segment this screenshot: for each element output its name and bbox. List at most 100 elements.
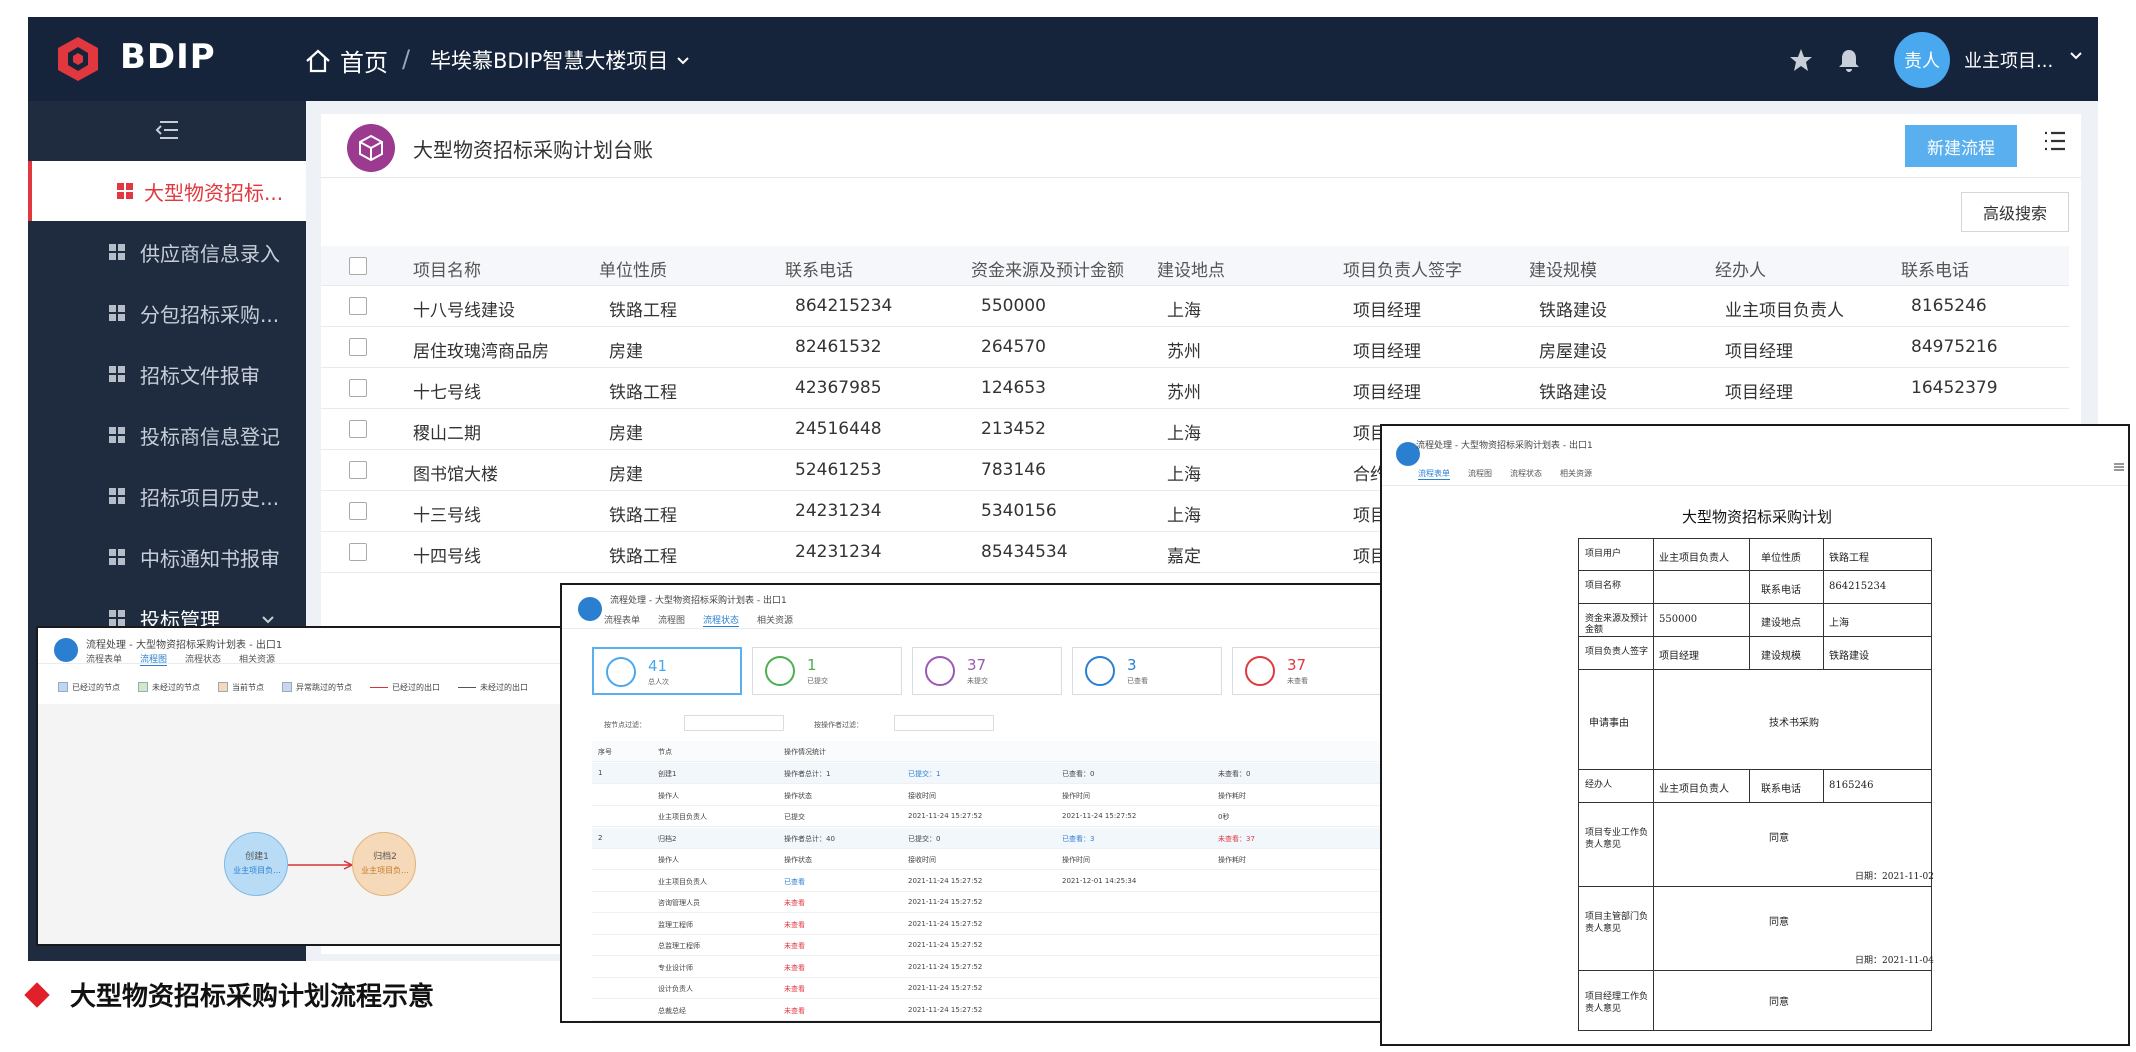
- grid-icon: [108, 303, 126, 327]
- table-row[interactable]: 十七号线 铁路工程 42367985 124653 苏州 项目经理 铁路建设 项目经理 1645…: [321, 368, 2069, 409]
- window-tab[interactable]: 流程状态: [703, 613, 740, 627]
- table-row[interactable]: 十八号线建设 铁路工程 864215234 550000 上海 项目经理 铁路建设 业主项目负…: [321, 286, 2069, 327]
- node-title: 归档2: [373, 852, 397, 862]
- table-cell: 5340156: [981, 501, 1057, 521]
- window-title: 流程处理 - 大型物资招标采购计划表 - 出口1: [1416, 441, 1593, 451]
- window-tab[interactable]: 流程图: [658, 613, 685, 627]
- status-row: 监理工程师 未查看 2021-11-24 15:27:52: [592, 914, 1394, 935]
- legend-item: 未经过的节点: [138, 682, 200, 693]
- form-divider: [1749, 539, 1750, 570]
- window-tab[interactable]: 流程表单: [1418, 468, 1450, 480]
- table-cell: 十八号线建设: [413, 301, 515, 321]
- status-header-cell: 序号: [598, 748, 612, 756]
- sidebar-item[interactable]: 供应商信息录入: [28, 222, 306, 282]
- form-cell: 联系电话: [1761, 783, 1801, 795]
- stat-card[interactable]: 3 已查看: [1072, 647, 1222, 695]
- sidebar-item[interactable]: 中标通知书报审: [28, 527, 306, 587]
- window-tab[interactable]: 流程表单: [86, 652, 122, 666]
- row-checkbox[interactable]: [349, 543, 367, 561]
- stat-card[interactable]: 37 未查看: [1232, 647, 1382, 695]
- window-tab[interactable]: 流程状态: [1510, 468, 1542, 480]
- form-cell: 业主项目负责人: [1659, 783, 1729, 795]
- sidebar-item[interactable]: 招标文件报审: [28, 344, 306, 404]
- form-cell: 日期：2021-11-02: [1855, 872, 1934, 882]
- window-tab[interactable]: 流程状态: [185, 652, 221, 666]
- project-name: 毕埃慕BDIP智慧大楼项目: [430, 49, 669, 73]
- window-tab[interactable]: 流程图: [140, 652, 168, 666]
- table-cell: 上海: [1167, 424, 1201, 444]
- flow-node-archive[interactable]: 归档2 业主项目负...: [352, 832, 416, 896]
- sidebar-item[interactable]: 大型物资招标...: [28, 161, 306, 221]
- stat-number: 37: [1287, 656, 1307, 674]
- sidebar-item[interactable]: 投标商信息登记: [28, 405, 306, 465]
- process-status-window: 流程处理 - 大型物资招标采购计划表 - 出口1 流程表单 流程图 流程状态 相关资源…: [560, 583, 1410, 1023]
- sidebar-item-label: 投标商信息登记: [140, 425, 280, 449]
- project-selector[interactable]: 毕埃慕BDIP智慧大楼项目: [430, 45, 690, 75]
- stat-card[interactable]: 37 未提交: [912, 647, 1062, 695]
- star-icon[interactable]: [1788, 47, 1814, 73]
- legend-label: 已经过的出口: [392, 682, 440, 692]
- row-checkbox[interactable]: [349, 420, 367, 438]
- table-cell: 85434534: [981, 542, 1068, 562]
- form-cell: 经办人: [1585, 779, 1613, 790]
- form-cell: 项目名称: [1585, 580, 1622, 591]
- grid-icon: [108, 364, 126, 388]
- legend-item: 当前节点: [218, 682, 264, 693]
- window-tab[interactable]: 相关资源: [1560, 468, 1592, 480]
- table-row[interactable]: 居住玫瑰湾商品房 房建 82461532 264570 苏州 项目经理 房屋建设 项目经理 84…: [321, 327, 2069, 368]
- form-row: 经办人 业主项目负责人 联系电话 8165246: [1578, 770, 1932, 803]
- window-tab[interactable]: 流程表单: [604, 613, 640, 627]
- top-navigation-bar: BDIP 首页 / 毕埃慕BDIP智慧大楼项目 责人 业主项目...: [28, 17, 2098, 101]
- list-menu-icon[interactable]: [2043, 130, 2067, 152]
- stat-card[interactable]: 1 已提交: [752, 647, 902, 695]
- window-tab[interactable]: 相关资源: [757, 613, 793, 627]
- process-form-window: 流程处理 - 大型物资招标采购计划表 - 出口1 流程表单 流程图 流程状态 相关资源…: [1380, 424, 2130, 1046]
- status-cell: 总监理工程师: [658, 942, 700, 950]
- window-tab[interactable]: 流程图: [1468, 468, 1492, 480]
- stat-label: 总人次: [648, 678, 669, 686]
- status-row: 1 创建1 操作者总计：1 已提交：1 已查看：0 未查看：0: [592, 763, 1394, 784]
- table-cell: 52461253: [795, 460, 882, 480]
- bell-icon[interactable]: [1836, 47, 1862, 73]
- window-title: 流程处理 - 大型物资招标采购计划表 - 出口1: [610, 596, 787, 606]
- grid-icon: [108, 425, 126, 449]
- sidebar-item[interactable]: 分包招标采购...: [28, 283, 306, 343]
- advanced-search-button[interactable]: 高级搜索: [1961, 192, 2069, 232]
- user-chevron-down-icon[interactable]: [2068, 47, 2084, 63]
- column-header: 经办人: [1715, 261, 1766, 281]
- window-title: 流程处理 - 大型物资招标采购计划表 - 出口1: [86, 640, 283, 651]
- row-checkbox[interactable]: [349, 379, 367, 397]
- row-checkbox[interactable]: [349, 502, 367, 520]
- form-divider: [1653, 670, 1654, 769]
- sidebar-item[interactable]: 招标项目历史...: [28, 466, 306, 526]
- status-header-cell: 操作情况统计: [784, 748, 826, 756]
- row-checkbox[interactable]: [349, 297, 367, 315]
- row-checkbox[interactable]: [349, 338, 367, 356]
- form-cell: 申请事由: [1589, 718, 1629, 729]
- window-tab[interactable]: 相关资源: [239, 652, 275, 666]
- home-link[interactable]: 首页: [304, 43, 388, 78]
- status-cell: 操作时间: [1062, 856, 1090, 864]
- new-process-button[interactable]: 新建流程: [1905, 125, 2017, 167]
- table-cell: 82461532: [795, 337, 882, 357]
- table-cell: 嘉定: [1167, 547, 1201, 567]
- form-divider: [1823, 571, 1824, 603]
- node-filter-select[interactable]: [684, 715, 784, 731]
- table-cell: 铁路工程: [609, 301, 677, 321]
- select-all-checkbox[interactable]: [349, 257, 367, 275]
- node-sub: 业主项目负...: [361, 866, 409, 875]
- list-menu-icon[interactable]: [2114, 462, 2124, 472]
- form-row: 申请事由 技术书采购: [1578, 670, 1932, 770]
- stat-card[interactable]: 41 总人次: [592, 647, 742, 695]
- avatar[interactable]: 责人: [1894, 32, 1950, 88]
- username[interactable]: 业主项目...: [1964, 47, 2053, 73]
- operator-filter-input[interactable]: [894, 715, 994, 731]
- table-cell: 16452379: [1911, 378, 1998, 398]
- form-title: 大型物资招标采购计划: [1681, 508, 1832, 526]
- table-cell: 864215234: [795, 296, 893, 316]
- row-checkbox[interactable]: [349, 461, 367, 479]
- flow-node-create[interactable]: 创建1 业主项目负...: [224, 832, 288, 896]
- form-divider: [1653, 971, 1654, 1030]
- form-cell: 550000: [1659, 613, 1698, 625]
- menu-collapse-icon[interactable]: [154, 119, 180, 141]
